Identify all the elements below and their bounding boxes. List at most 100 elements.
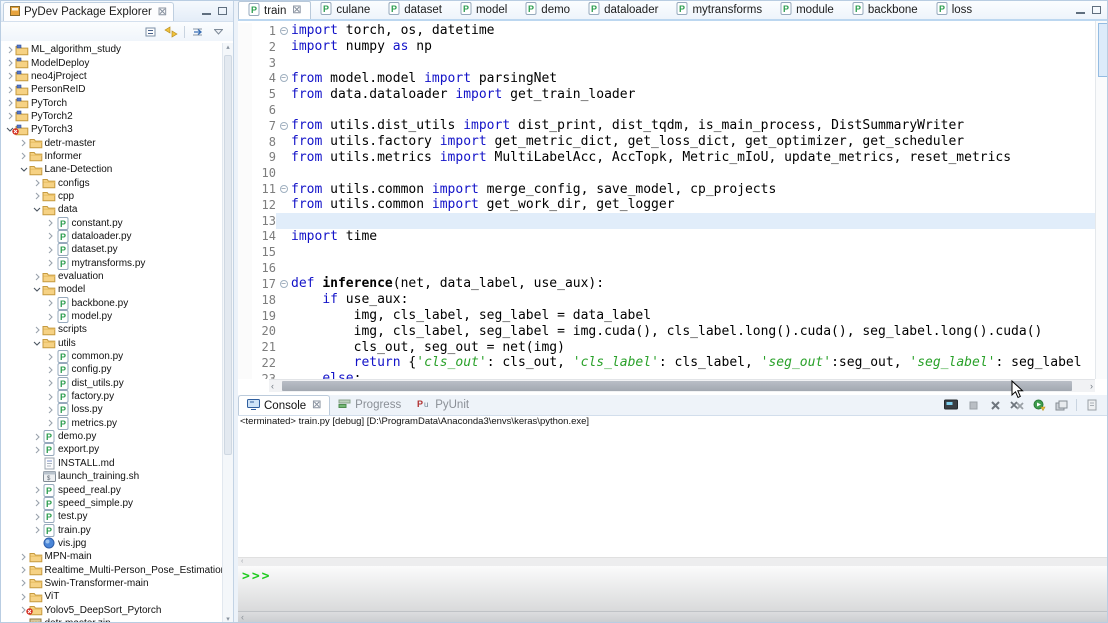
code-line-21[interactable]: 21 cls_out, seg_out = net(img) [238, 339, 1095, 355]
focus-on-task-icon[interactable] [191, 25, 205, 39]
code-line-4[interactable]: 4−from model.model import parsingNet [238, 70, 1095, 86]
fold-marker-icon[interactable]: − [276, 70, 291, 86]
chevron-right-icon[interactable] [46, 218, 56, 228]
tree-item-train-py[interactable]: Ptrain.py [1, 523, 223, 536]
tree-item-demo-py[interactable]: Pdemo.py [1, 430, 223, 443]
tree-item-loss-py[interactable]: Ploss.py [1, 403, 223, 416]
code-line-18[interactable]: 18 if use_aux: [238, 292, 1095, 308]
editor-tab-culane[interactable]: Pculane [311, 1, 379, 19]
chevron-right-icon[interactable] [5, 85, 15, 95]
chevron-right-icon[interactable] [32, 485, 42, 495]
tree-item-yolov5-deepsort-pytorch[interactable]: Yolov5_DeepSort_Pytorch [1, 603, 223, 616]
fold-marker-icon[interactable]: − [276, 23, 291, 39]
chevron-down-icon[interactable] [32, 205, 42, 215]
code-line-2[interactable]: 2import numpy as np [238, 39, 1095, 55]
maximize-icon[interactable] [218, 7, 227, 15]
tree-item-dist-utils-py[interactable]: Pdist_utils.py [1, 377, 223, 390]
code-line-15[interactable]: 15 [238, 244, 1095, 260]
code-line-8[interactable]: 8from utils.factory import get_metric_di… [238, 134, 1095, 150]
code-line-22[interactable]: 22 return {'cls_out': cls_out, 'cls_labe… [238, 355, 1095, 371]
scroll-up-icon[interactable]: ▴ [223, 43, 233, 51]
tree-item-utils[interactable]: utils [1, 337, 223, 350]
chevron-right-icon[interactable] [46, 312, 56, 322]
code-editor[interactable]: 1−import torch, os, datetime2import nump… [238, 23, 1095, 379]
relaunch-icon[interactable] [1032, 398, 1046, 412]
chevron-right-icon[interactable] [19, 552, 29, 562]
tree-item-vis-jpg[interactable]: vis.jpg [1, 537, 223, 550]
tree-item-evaluation[interactable]: evaluation [1, 270, 223, 283]
tree-item-vit[interactable]: ViT [1, 590, 223, 603]
fold-marker-icon[interactable]: − [276, 276, 291, 292]
code-line-7[interactable]: 7−from utils.dist_utils import dist_prin… [238, 118, 1095, 134]
chevron-right-icon[interactable] [32, 432, 42, 442]
terminate-icon[interactable] [966, 398, 980, 412]
editor-tab-backbone[interactable]: Pbackbone [843, 1, 927, 19]
tree-item-informer[interactable]: Informer [1, 150, 223, 163]
tree-item-lane-detection[interactable]: Lane-Detection [1, 163, 223, 176]
editor-vscroll-thumb[interactable] [1098, 23, 1108, 77]
editor-vertical-scrollbar[interactable] [1095, 21, 1108, 379]
code-line-17[interactable]: 17−def inference(net, data_label, use_au… [238, 276, 1095, 292]
minimize-icon[interactable] [1076, 7, 1085, 14]
tree-item-data[interactable]: data [1, 203, 223, 216]
tree-item-swin-transformer-main[interactable]: Swin-Transformer-main [1, 577, 223, 590]
code-line-12[interactable]: 12from utils.common import get_work_dir,… [238, 197, 1095, 213]
editor-tab-dataset[interactable]: Pdataset [379, 1, 451, 19]
tree-item-detr-master-zip[interactable]: detr-master.zip [1, 617, 223, 623]
code-line-6[interactable]: 6 [238, 102, 1095, 118]
chevron-right-icon[interactable] [5, 98, 15, 108]
code-line-11[interactable]: 11−from utils.common import merge_config… [238, 181, 1095, 197]
editor-tab-module[interactable]: Pmodule [771, 1, 843, 19]
chevron-down-icon[interactable] [32, 285, 42, 295]
console-tab-pyunit[interactable]: PuPyUnit [409, 395, 477, 415]
pin-console-icon[interactable] [1054, 398, 1068, 412]
open-console-icon[interactable] [1085, 398, 1099, 412]
editor-tab-train[interactable]: Ptrain☒ [238, 1, 311, 19]
chevron-right-icon[interactable] [19, 565, 29, 575]
editor-tab-loss[interactable]: Ploss [927, 1, 981, 19]
chevron-right-icon[interactable] [19, 138, 29, 148]
chevron-right-icon[interactable] [5, 58, 15, 68]
collapse-all-icon[interactable] [144, 25, 158, 39]
code-line-13[interactable]: 13 [238, 213, 1095, 229]
chevron-right-icon[interactable] [32, 178, 42, 188]
code-line-10[interactable]: 10 [238, 165, 1095, 181]
tree-item-mytransforms-py[interactable]: Pmytransforms.py [1, 257, 223, 270]
remove-launch-icon[interactable] [988, 398, 1002, 412]
scroll-down-icon[interactable]: ▾ [223, 615, 233, 623]
console-scrollbar-lower[interactable]: ‹ [238, 611, 1108, 623]
tree-item-config-py[interactable]: Pconfig.py [1, 363, 223, 376]
fold-marker-icon[interactable]: − [276, 181, 291, 197]
chevron-right-icon[interactable] [32, 525, 42, 535]
chevron-right-icon[interactable] [19, 592, 29, 602]
close-icon[interactable]: ☒ [292, 5, 301, 16]
chevron-right-icon[interactable] [46, 245, 56, 255]
chevron-right-icon[interactable] [46, 418, 56, 428]
chevron-right-icon[interactable] [46, 298, 56, 308]
tree-item-realtime-multi-person-pose-estimation[interactable]: Realtime_Multi-Person_Pose_Estimation [1, 563, 223, 576]
fold-marker-icon[interactable]: − [276, 118, 291, 134]
chevron-right-icon[interactable] [46, 392, 56, 402]
code-line-5[interactable]: 5from data.dataloader import get_train_l… [238, 86, 1095, 102]
chevron-right-icon[interactable] [19, 151, 29, 161]
chevron-down-icon[interactable] [32, 338, 42, 348]
package-explorer-view-tab[interactable]: PyDev Package Explorer ☒ [3, 2, 174, 21]
tree-item-modeldeploy[interactable]: ModelDeploy [1, 56, 223, 69]
maximize-icon[interactable] [1092, 6, 1101, 14]
tree-item-model[interactable]: model [1, 283, 223, 296]
editor-horizontal-scrollbar[interactable]: ‹ › [269, 379, 1095, 392]
chevron-right-icon[interactable] [32, 445, 42, 455]
chevron-right-icon[interactable] [32, 191, 42, 201]
tree-item-pytorch3[interactable]: PyTorch3 [1, 123, 223, 136]
close-icon[interactable]: ☒ [312, 400, 321, 411]
tree-item-constant-py[interactable]: Pconstant.py [1, 216, 223, 229]
view-menu-icon[interactable] [211, 25, 225, 39]
tree-item-mpn-main[interactable]: MPN-main [1, 550, 223, 563]
tree-item-model-py[interactable]: Pmodel.py [1, 310, 223, 323]
close-icon[interactable]: ☒ [158, 7, 167, 18]
code-line-9[interactable]: 9from utils.metrics import MultiLabelAcc… [238, 150, 1095, 166]
code-line-20[interactable]: 20 img, cls_label, seg_label = img.cuda(… [238, 323, 1095, 339]
minimize-icon[interactable] [202, 8, 211, 15]
tree-item-ml-algorithm-study[interactable]: ML_algorithm_study [1, 43, 223, 56]
editor-tab-demo[interactable]: Pdemo [516, 1, 579, 19]
